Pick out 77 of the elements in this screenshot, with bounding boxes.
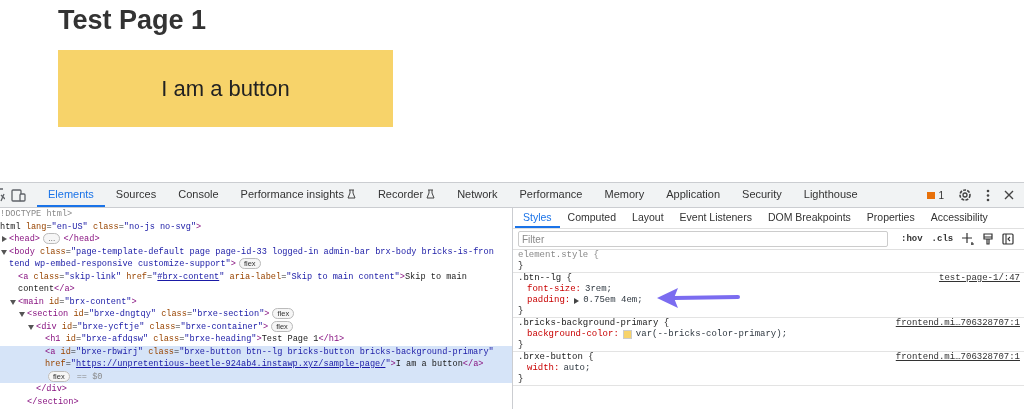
sidebar-toggle-icon[interactable] xyxy=(1002,233,1015,245)
closing-brace: } xyxy=(518,374,524,385)
css-selector: .btn--lg { xyxy=(518,273,572,284)
css-value: var(--bricks-color-primary); xyxy=(635,329,788,340)
expand-toggle-icon[interactable] xyxy=(10,298,16,305)
code-line: content</a> xyxy=(18,283,75,296)
css-property: font-size: xyxy=(527,284,581,295)
devtools-tab[interactable]: Lighthouse xyxy=(792,183,869,207)
code-line: </div> xyxy=(36,383,67,396)
code-line: !DOCTYPE html> xyxy=(0,208,73,221)
source-link[interactable]: frontend.mi…706328707:1 xyxy=(895,352,1020,363)
dom-node-row[interactable]: <h1 id="brxe-afdqsw" class="brxe-heading">Test Page 1</h1> xyxy=(0,333,512,346)
css-value: auto; xyxy=(563,363,591,374)
devtools-tab[interactable]: Network xyxy=(446,183,509,207)
settings-icon[interactable] xyxy=(958,188,972,202)
devtools-tab[interactable]: Performance insights xyxy=(229,183,367,207)
close-icon[interactable] xyxy=(1004,190,1014,200)
devtools-tab[interactable]: Recorder xyxy=(366,183,447,207)
sidebar-tab[interactable]: Properties xyxy=(858,208,923,228)
link[interactable]: #brx-content xyxy=(157,271,220,282)
source-link[interactable]: frontend.mi…706328707:1 xyxy=(895,318,1020,329)
add-rule-icon[interactable] xyxy=(962,233,975,245)
css-selector: .bricks-background-primary { xyxy=(518,318,670,329)
devtools-tab[interactable]: Memory xyxy=(593,183,656,207)
sidebar-tab[interactable]: Event Listeners xyxy=(671,208,760,228)
expand-toggle-icon[interactable] xyxy=(1,236,7,243)
paint-brush-icon[interactable] xyxy=(983,233,994,245)
closing-brace: } xyxy=(518,261,524,272)
devtools-tab[interactable]: Performance xyxy=(508,183,594,207)
flask-icon xyxy=(346,189,356,199)
devtools-tab[interactable]: Application xyxy=(655,183,732,207)
toggle-button[interactable]: .cls xyxy=(931,234,954,244)
issues-badge[interactable]: 1 xyxy=(927,189,944,201)
closing-brace: } xyxy=(518,340,524,351)
toggle-button[interactable]: :hov xyxy=(901,234,923,244)
expand-toggle-icon[interactable] xyxy=(1,248,7,255)
page-button[interactable]: I am a button xyxy=(58,50,393,127)
expand-toggle-icon[interactable] xyxy=(19,311,25,318)
devtools-tab[interactable]: Elements xyxy=(37,183,105,207)
more-options-icon[interactable] xyxy=(986,188,990,202)
devtools-tab[interactable]: Sources xyxy=(104,183,168,207)
code-line: <body class="page-template-default page page-id-33 logged-in admin-bar brx-body bricks-is-fron xyxy=(9,245,494,258)
link[interactable]: https://unpretentious-beetle-924ab4.instawp.xyz/sample-page/ xyxy=(76,359,386,369)
page-heading: Test Page 1 xyxy=(58,4,208,37)
devtools-tab[interactable]: Console xyxy=(167,183,230,207)
code-line: html lang="en-US" class="no-js no-svg"> xyxy=(0,220,202,233)
source-link[interactable]: test-page-1/:47 xyxy=(939,273,1020,284)
dom-node-row[interactable]: <main id="brx-content"> xyxy=(0,295,512,308)
dom-node-row[interactable]: !DOCTYPE html> xyxy=(0,208,512,221)
devtools-tab[interactable]: Security xyxy=(731,183,793,207)
dom-node-row[interactable]: <a class="skip-link" href="#brx-content" aria-label="Skip to main content">Skip to main content</a> xyxy=(0,270,512,296)
code-line: </section> xyxy=(27,395,79,408)
sidebar-tab[interactable]: Layout xyxy=(624,208,672,228)
expand-toggle-icon[interactable] xyxy=(574,297,580,304)
css-selector: element.style { xyxy=(518,250,599,261)
dom-node-row[interactable]: html lang="en-US" class="no-js no-svg"> xyxy=(0,220,512,233)
sidebar-tab[interactable]: Styles xyxy=(515,208,560,228)
code-line: <a id="brxe-rbwirj" class="brxe-button btn--lg bricks-button bricks-background-primary" xyxy=(45,345,494,358)
device-toolbar-icon[interactable] xyxy=(11,188,26,202)
code-line: <h1 id="brxe-afdqsw" class="brxe-heading">Test Page 1</h1> xyxy=(45,333,345,346)
css-selector: .brxe-button { xyxy=(518,352,594,363)
closing-brace: } xyxy=(518,306,524,317)
filter-input[interactable]: Filter xyxy=(518,231,888,247)
color-swatch[interactable] xyxy=(622,330,632,339)
css-value: 3rem; xyxy=(585,284,613,295)
sidebar-tab[interactable]: Accessibility xyxy=(922,208,996,228)
sidebar-tab[interactable]: DOM Breakpoints xyxy=(759,208,859,228)
css-property: background-color: xyxy=(527,329,619,340)
code-line: href="https://unpretentious-beetle-924ab4.instawp.xyz/sample-page/">I am a button</a> xyxy=(45,358,484,371)
expand-toggle-icon[interactable] xyxy=(28,323,34,330)
css-property: padding: xyxy=(527,295,571,306)
code-line: <a class="skip-link" href="#brx-content" aria-label="Skip to main content">Skip to main xyxy=(18,270,467,283)
flask-icon xyxy=(426,189,436,199)
code-line: <main id="brx-content"> xyxy=(18,295,137,308)
css-value: 0.75em 4em; xyxy=(583,295,643,306)
css-property: width: xyxy=(527,363,560,374)
sidebar-tab[interactable]: Computed xyxy=(559,208,625,228)
